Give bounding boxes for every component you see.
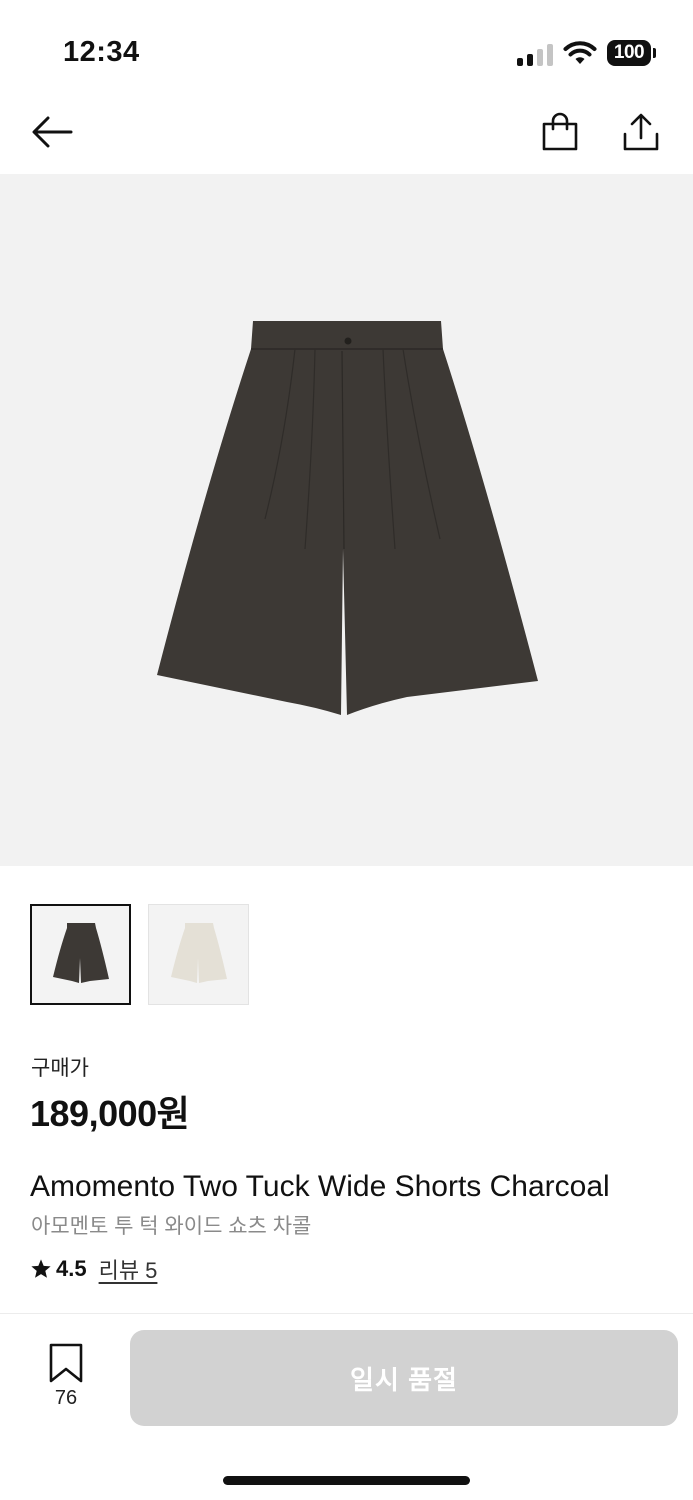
price-label: 구매가 [31,1057,89,1080]
review-link[interactable]: 리뷰 5 [99,1253,158,1285]
price-value: 189,000원 [30,1093,190,1134]
home-indicator [223,1476,470,1485]
rating-row: 4.5 리뷰 5 [30,1253,157,1285]
shorts-shape [157,321,538,715]
rating-value: 4.5 [56,1256,87,1281]
status-time: 12:34 [63,36,140,68]
star-icon [31,1259,51,1278]
divider [0,1313,693,1314]
shorts-image [157,321,538,715]
bookmark-icon [49,1343,83,1383]
share-icon[interactable] [621,112,661,152]
product-name-korean: 아모멘토 투 턱 와이드 쇼츠 차콜 [31,1215,312,1238]
thumbnail-ivory[interactable] [148,904,249,1005]
wifi-icon [563,41,597,64]
battery-level: 100 [607,40,651,66]
sold-out-button[interactable]: 일시 품절 [130,1330,678,1426]
back-arrow-icon[interactable] [31,114,73,150]
product-name-english: Amomento Two Tuck Wide Shorts Charcoal [30,1170,610,1203]
product-image [0,174,693,866]
thumbnail-charcoal[interactable] [30,904,131,1005]
battery-icon: 100 [607,40,657,68]
shopping-bag-icon[interactable] [540,112,580,152]
bookmark-button[interactable]: 76 [44,1343,88,1413]
cellular-signal-icon [517,44,553,66]
bookmark-count: 76 [54,1387,78,1409]
